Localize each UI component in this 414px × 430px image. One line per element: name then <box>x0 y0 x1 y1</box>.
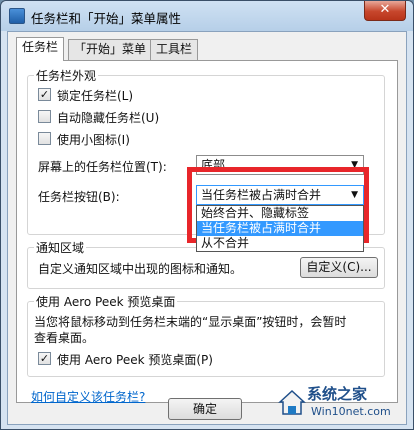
appearance-group-title: 任务栏外观 <box>34 67 99 84</box>
close-button[interactable]: ✕ <box>364 1 406 21</box>
aero-peek-label: 使用 Aero Peek 预览桌面(P) <box>57 353 213 367</box>
taskbar-buttons-dropdown-list: 始终合并、隐藏标签 当任务栏被占满时合并 从不合并 <box>196 205 364 252</box>
aero-peek-description-line1: 当您将鼠标移动到任务栏末端的“显示桌面”按钮时，会暂时 <box>34 315 347 329</box>
aero-peek-group-title: 使用 Aero Peek 预览桌面 <box>34 293 178 310</box>
taskbar-properties-icon <box>9 8 25 24</box>
lock-taskbar-label: 锁定任务栏(L) <box>57 89 134 103</box>
taskbar-buttons-label: 任务栏按钮(B): <box>38 190 120 204</box>
tab-toolbars[interactable]: 工具栏 <box>150 39 199 60</box>
lock-taskbar-checkbox[interactable]: ✓ <box>38 88 51 101</box>
notification-group-title: 通知区域 <box>34 239 87 256</box>
autohide-label: 自动隐藏任务栏(U) <box>57 111 160 125</box>
customize-button[interactable]: 自定义(C)... <box>300 257 378 278</box>
autohide-checkbox[interactable] <box>38 110 51 123</box>
taskbar-location-value: 底部 <box>201 158 226 172</box>
taskbar-buttons-select[interactable]: 当任务栏被占满时合并 ▼ <box>196 185 364 205</box>
dropdown-arrow-icon: ▼ <box>351 160 358 170</box>
taskbar-buttons-value: 当任务栏被占满时合并 <box>201 188 322 202</box>
watermark: 系统之家 Win10net.com <box>277 381 407 425</box>
aero-peek-group: 使用 Aero Peek 预览桌面 当您将鼠标移动到任务栏末端的“显示桌面”按钮… <box>27 293 385 377</box>
appearance-group: 任务栏外观 ✓ 锁定任务栏(L) 自动隐藏任务栏(U) 使用小图标(I) 屏幕上… <box>27 67 385 252</box>
dialog-window: 任务栏和「开始」菜单属性 ✕ 任务栏 「开始」菜单 工具栏 任务栏外观 ✓ 锁定… <box>0 0 414 430</box>
small-icons-checkbox[interactable] <box>38 132 51 145</box>
notification-text: 自定义通知区域中出现的图标和通知。 <box>38 262 243 276</box>
tab-taskbar[interactable]: 任务栏 <box>16 37 65 61</box>
help-link[interactable]: 如何自定义该任务栏? <box>31 388 145 405</box>
dropdown-option-never-combine[interactable]: 从不合并 <box>197 236 363 251</box>
aero-peek-description-line2: 查看桌面。 <box>34 331 95 345</box>
title-bar[interactable]: 任务栏和「开始」菜单属性 ✕ <box>1 1 413 31</box>
notification-group: 通知区域 自定义通知区域中出现的图标和通知。 自定义(C)... <box>27 239 385 289</box>
house-logo-icon <box>278 389 306 415</box>
tab-panel: 任务栏外观 ✓ 锁定任务栏(L) 自动隐藏任务栏(U) 使用小图标(I) 屏幕上… <box>16 60 398 405</box>
taskbar-location-select[interactable]: 底部 ▼ <box>196 155 364 175</box>
small-icons-label: 使用小图标(I) <box>57 133 130 147</box>
taskbar-location-label: 屏幕上的任务栏位置(T): <box>38 160 167 174</box>
watermark-brand: 系统之家 <box>307 385 368 403</box>
ok-button[interactable]: 确定 <box>168 398 242 420</box>
tab-start-menu[interactable]: 「开始」菜单 <box>68 39 153 60</box>
watermark-url: Win10net.com <box>311 405 391 418</box>
dropdown-option-combine-when-full[interactable]: 当任务栏被占满时合并 <box>197 221 363 236</box>
dialog-client-area: 任务栏 「开始」菜单 工具栏 任务栏外观 ✓ 锁定任务栏(L) 自动隐藏任务栏(… <box>7 31 407 425</box>
dropdown-option-always-combine[interactable]: 始终合并、隐藏标签 <box>197 206 363 221</box>
dropdown-arrow-icon: ▼ <box>351 190 358 200</box>
window-title: 任务栏和「开始」菜单属性 <box>31 11 182 26</box>
aero-peek-checkbox[interactable]: ✓ <box>38 352 51 365</box>
